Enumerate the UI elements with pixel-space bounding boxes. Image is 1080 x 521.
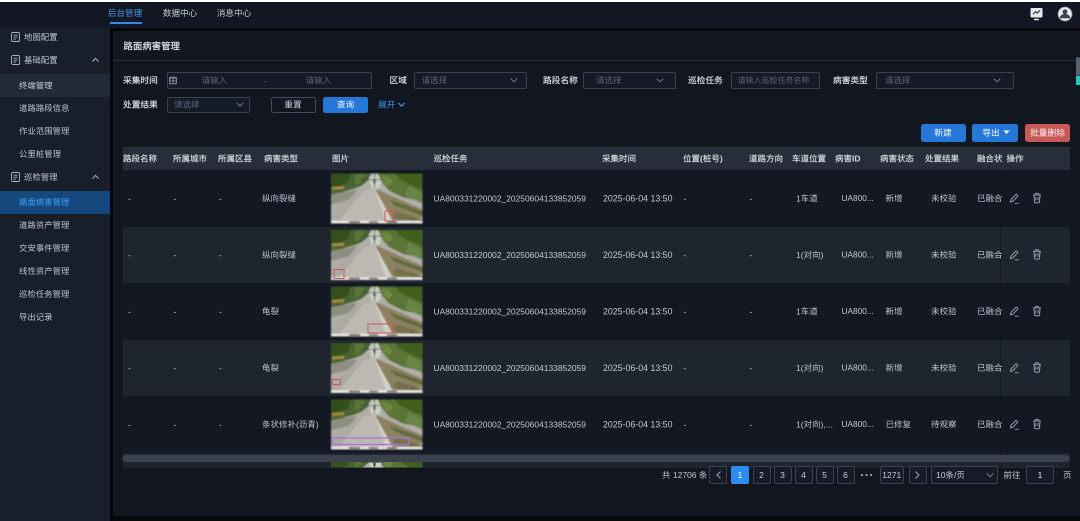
- svg-text:5: 5: [822, 470, 827, 480]
- svg-text:1: 1: [796, 193, 801, 203]
- svg-text:2025-06-04 13:50: 2025-06-04 13:50: [603, 306, 673, 316]
- svg-text:UA800331220002_202506041338520: UA800331220002_20250604133852059: [434, 419, 587, 429]
- svg-text:-: -: [264, 75, 267, 85]
- svg-text:-: -: [174, 250, 177, 260]
- svg-text:-: -: [684, 193, 687, 203]
- svg-text:-: -: [750, 193, 753, 203]
- svg-text:/: /: [954, 470, 957, 480]
- svg-text:2: 2: [759, 470, 764, 480]
- svg-text:): ): [821, 250, 824, 260]
- svg-text:-: -: [750, 419, 753, 429]
- svg-text:-: -: [684, 363, 687, 373]
- svg-text:-: -: [174, 306, 177, 316]
- svg-text:-: -: [128, 193, 131, 203]
- svg-text:-: -: [750, 250, 753, 260]
- svg-text:1: 1: [796, 306, 801, 316]
- svg-text:-: -: [684, 306, 687, 316]
- svg-text:-: -: [219, 306, 222, 316]
- svg-text:-: -: [128, 419, 131, 429]
- svg-text:): ): [720, 154, 723, 164]
- svg-text:ID: ID: [852, 154, 861, 164]
- svg-text:UA800331220002_202506041338520: UA800331220002_20250604133852059: [434, 250, 587, 260]
- svg-text:-: -: [128, 363, 131, 373]
- svg-text:): ): [316, 419, 319, 429]
- svg-text:1(: 1(: [796, 419, 804, 429]
- svg-text:12706: 12706: [673, 470, 697, 480]
- svg-text:-: -: [219, 193, 222, 203]
- svg-text:-: -: [174, 193, 177, 203]
- svg-text:),...: ),...: [821, 419, 833, 429]
- svg-text:-: -: [174, 419, 177, 429]
- svg-text:-: -: [684, 250, 687, 260]
- svg-text:-: -: [750, 363, 753, 373]
- svg-text:1: 1: [1038, 470, 1043, 480]
- svg-text:-: -: [128, 306, 131, 316]
- svg-text:4: 4: [801, 470, 806, 480]
- svg-text:1: 1: [738, 470, 743, 480]
- svg-text:1(: 1(: [796, 250, 804, 260]
- svg-text:UA800...: UA800...: [842, 193, 874, 203]
- svg-text:-: -: [684, 419, 687, 429]
- svg-text:1271: 1271: [882, 470, 901, 480]
- svg-text:-: -: [219, 363, 222, 373]
- svg-text:2025-06-04 13:50: 2025-06-04 13:50: [603, 419, 673, 429]
- svg-text:UA800...: UA800...: [842, 419, 874, 429]
- svg-text:-: -: [174, 363, 177, 373]
- svg-text:UA800331220002_202506041338520: UA800331220002_20250604133852059: [434, 193, 587, 203]
- svg-text:1(: 1(: [796, 363, 804, 373]
- svg-text:UA800331220002_202506041338520: UA800331220002_20250604133852059: [434, 363, 587, 373]
- svg-text:-: -: [219, 250, 222, 260]
- svg-text:2025-06-04 13:50: 2025-06-04 13:50: [603, 250, 673, 260]
- svg-text:UA800...: UA800...: [842, 250, 874, 260]
- svg-text:6: 6: [843, 470, 848, 480]
- svg-text:UA800...: UA800...: [842, 306, 874, 316]
- svg-text:UA800331220002_202506041338520: UA800331220002_20250604133852059: [434, 306, 587, 316]
- svg-text:UA800...: UA800...: [842, 363, 874, 373]
- svg-text:-: -: [750, 306, 753, 316]
- svg-text:(: (: [296, 419, 299, 429]
- svg-text:(: (: [700, 154, 703, 164]
- svg-text:3: 3: [780, 470, 785, 480]
- svg-text:-: -: [128, 250, 131, 260]
- svg-text:): ): [821, 363, 824, 373]
- svg-text:2025-06-04 13:50: 2025-06-04 13:50: [603, 193, 673, 203]
- svg-text:-: -: [219, 419, 222, 429]
- svg-text:2025-06-04 13:50: 2025-06-04 13:50: [603, 363, 673, 373]
- svg-text:10: 10: [936, 470, 946, 480]
